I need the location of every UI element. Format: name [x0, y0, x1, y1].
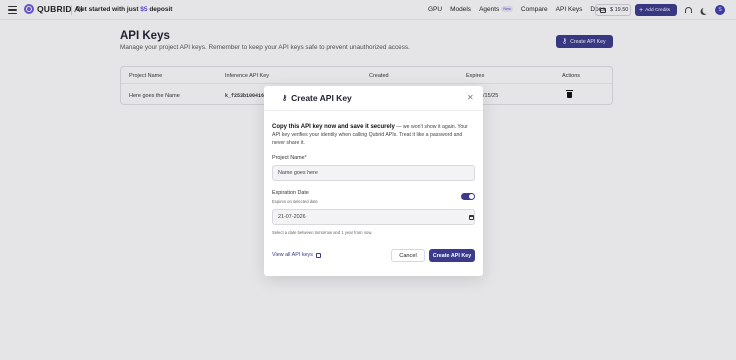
calendar-icon[interactable]	[469, 215, 474, 220]
expiration-date-label: Expiration Date	[272, 190, 309, 196]
date-range-hint: Select a date between tomorrow and 1 yea…	[272, 230, 373, 235]
required-marker: *	[304, 155, 307, 161]
dialog-divider	[264, 110, 483, 111]
create-api-key-dialog: ⚷ Create API Key ✕ Copy this API key now…	[264, 86, 483, 276]
date-value: 21-07-2026	[278, 214, 306, 220]
expiration-toggle[interactable]	[461, 193, 475, 200]
key-icon: ⚷	[282, 94, 288, 102]
dialog-title: ⚷ Create API Key	[282, 93, 352, 103]
expiration-hint: Expires on selected date	[272, 199, 318, 204]
project-name-label: Project Name*	[272, 155, 307, 161]
cancel-button[interactable]: Cancel	[391, 249, 425, 262]
security-notice: Copy this API key now and save it secure…	[272, 124, 468, 146]
project-name-input[interactable]: Name goes here	[272, 165, 475, 181]
view-all-api-keys-link[interactable]: View all API keys	[272, 252, 321, 258]
expiration-date-field[interactable]: 21-07-2026	[272, 209, 475, 225]
create-api-key-submit-button[interactable]: Create API Key	[429, 249, 475, 262]
external-link-icon	[315, 252, 321, 258]
close-icon[interactable]: ✕	[467, 94, 474, 102]
